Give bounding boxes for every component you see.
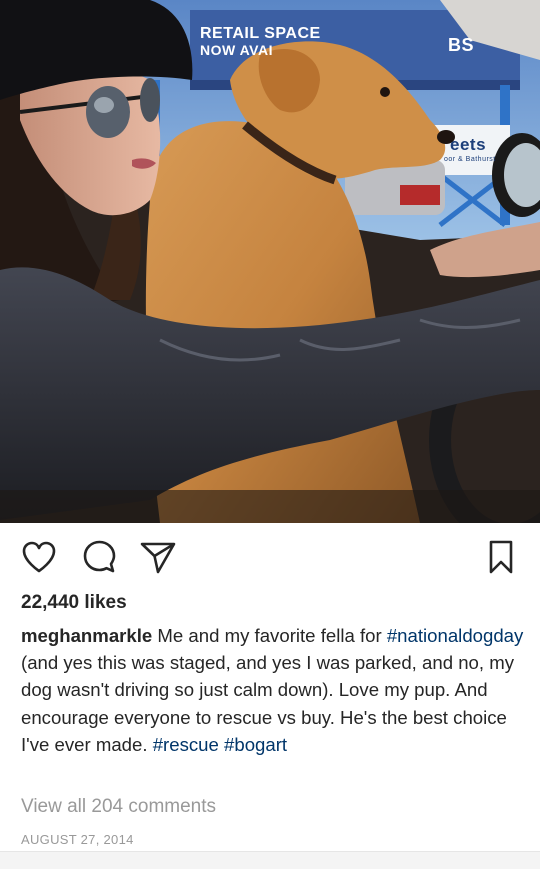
hashtag-bogart[interactable]: #bogart <box>224 734 287 755</box>
post-date: AUGUST 27, 2014 <box>21 832 134 847</box>
caption-text-1: Me and my favorite fella for <box>152 625 387 646</box>
view-comments-link[interactable]: View all 204 comments <box>21 796 216 818</box>
send-icon[interactable] <box>138 537 178 577</box>
photo-illustration <box>0 0 540 523</box>
photo-sign-line1: RETAIL SPACE <box>200 25 321 42</box>
bookmark-icon[interactable] <box>481 537 521 577</box>
photo-store-sign: eets <box>450 135 487 154</box>
caption-username[interactable]: meghanmarkle <box>21 625 152 646</box>
post-caption: meghanmarkle Me and my favorite fella fo… <box>21 622 526 758</box>
photo-street-sign: oor & Bathurst <box>444 156 496 163</box>
hashtag-rescue[interactable]: #rescue <box>153 734 219 755</box>
photo-sign-line2: NOW AVAI <box>200 42 273 58</box>
comment-icon[interactable] <box>79 537 119 577</box>
photo-sign-right: BS <box>448 35 475 55</box>
post-photo[interactable]: RETAIL SPACE NOW AVAI BS eets oor & Bath… <box>0 0 540 523</box>
heart-icon[interactable] <box>19 537 59 577</box>
action-bar <box>0 523 540 591</box>
hashtag-nationaldogday[interactable]: #nationaldogday <box>387 625 523 646</box>
likes-count[interactable]: 22,440 likes <box>21 592 127 614</box>
bottom-divider <box>0 851 540 869</box>
